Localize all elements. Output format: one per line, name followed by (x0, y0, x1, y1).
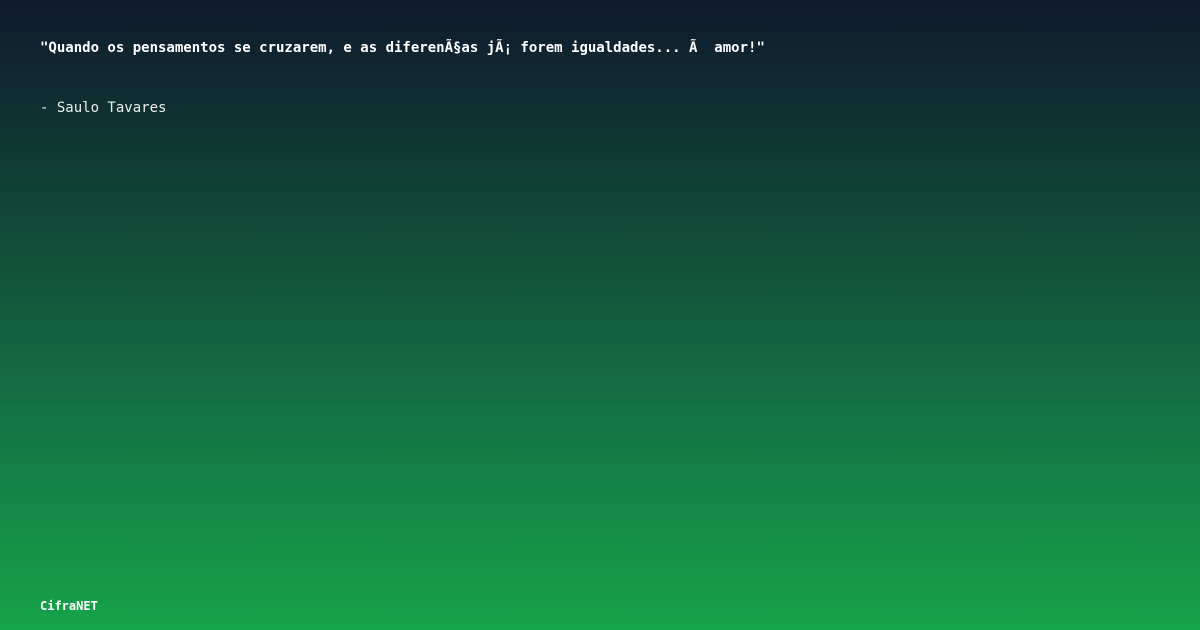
quote-text: "Quando os pensamentos se cruzarem, e as… (40, 40, 765, 56)
brand-logo-text: CifraNET (40, 599, 98, 613)
quote-author: - Saulo Tavares (40, 100, 167, 116)
